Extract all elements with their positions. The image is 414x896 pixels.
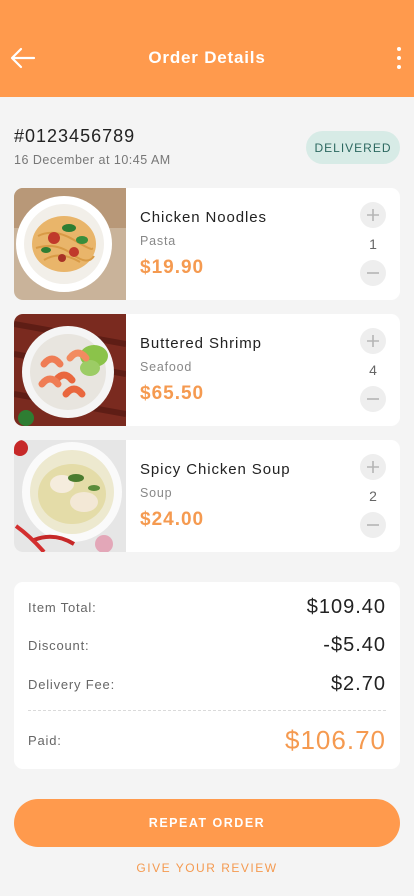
decrease-quantity-button[interactable]	[360, 386, 386, 412]
minus-icon	[367, 272, 379, 274]
more-options-button[interactable]	[392, 44, 406, 72]
page-title: Order Details	[148, 48, 266, 67]
item-total-label: Item Total:	[28, 600, 97, 615]
give-review-link[interactable]: GIVE YOUR REVIEW	[0, 861, 414, 875]
increase-quantity-button[interactable]	[360, 328, 386, 354]
vertical-dots-icon-dot	[397, 56, 401, 60]
spicy-chicken-soup-image	[14, 440, 126, 552]
app-bar: Order Details	[0, 0, 414, 97]
discount-label: Discount:	[28, 638, 90, 653]
delivery-fee-label: Delivery Fee:	[28, 677, 115, 692]
item-quantity: 2	[369, 488, 377, 504]
plus-icon	[367, 209, 379, 221]
paid-value: $106.70	[285, 725, 386, 755]
plus-icon	[367, 461, 379, 473]
order-date: 16 December at 10:45 AM	[14, 153, 171, 167]
order-item: Spicy Chicken Soup Soup $24.00 2	[14, 440, 400, 552]
discount-value: -$5.40	[323, 634, 386, 656]
payment-summary: Item Total: $109.40 Discount: -$5.40 Del…	[14, 582, 400, 769]
item-price: $19.90	[140, 257, 205, 278]
minus-icon	[367, 398, 379, 400]
item-price: $24.00	[140, 509, 205, 530]
decrease-quantity-button[interactable]	[360, 260, 386, 286]
decrease-quantity-button[interactable]	[360, 512, 386, 538]
status-badge: DELIVERED	[306, 131, 400, 164]
item-category: Soup	[140, 486, 173, 500]
item-price: $65.50	[140, 383, 205, 404]
vertical-dots-icon	[397, 47, 401, 51]
item-quantity: 4	[369, 362, 377, 378]
chicken-noodles-image	[14, 188, 126, 300]
item-name: Chicken Noodles	[140, 209, 267, 226]
item-total-value: $109.40	[306, 596, 386, 618]
increase-quantity-button[interactable]	[360, 202, 386, 228]
order-item: Buttered Shrimp Seafood $65.50 4	[14, 314, 400, 426]
order-item: Chicken Noodles Pasta $19.90 1	[14, 188, 400, 300]
increase-quantity-button[interactable]	[360, 454, 386, 480]
item-category: Pasta	[140, 234, 176, 248]
vertical-dots-icon-dot	[397, 65, 401, 69]
item-category: Seafood	[140, 360, 193, 374]
plus-icon	[367, 335, 379, 347]
paid-label: Paid:	[28, 733, 62, 748]
repeat-order-button[interactable]: REPEAT ORDER	[14, 799, 400, 847]
minus-icon	[367, 524, 379, 526]
item-name: Buttered Shrimp	[140, 335, 262, 352]
delivery-fee-value: $2.70	[330, 673, 386, 695]
item-quantity: 1	[369, 236, 377, 252]
buttered-shrimp-image	[14, 314, 126, 426]
item-name: Spicy Chicken Soup	[140, 461, 291, 478]
summary-divider	[28, 710, 386, 711]
order-number: #0123456789	[14, 126, 136, 146]
